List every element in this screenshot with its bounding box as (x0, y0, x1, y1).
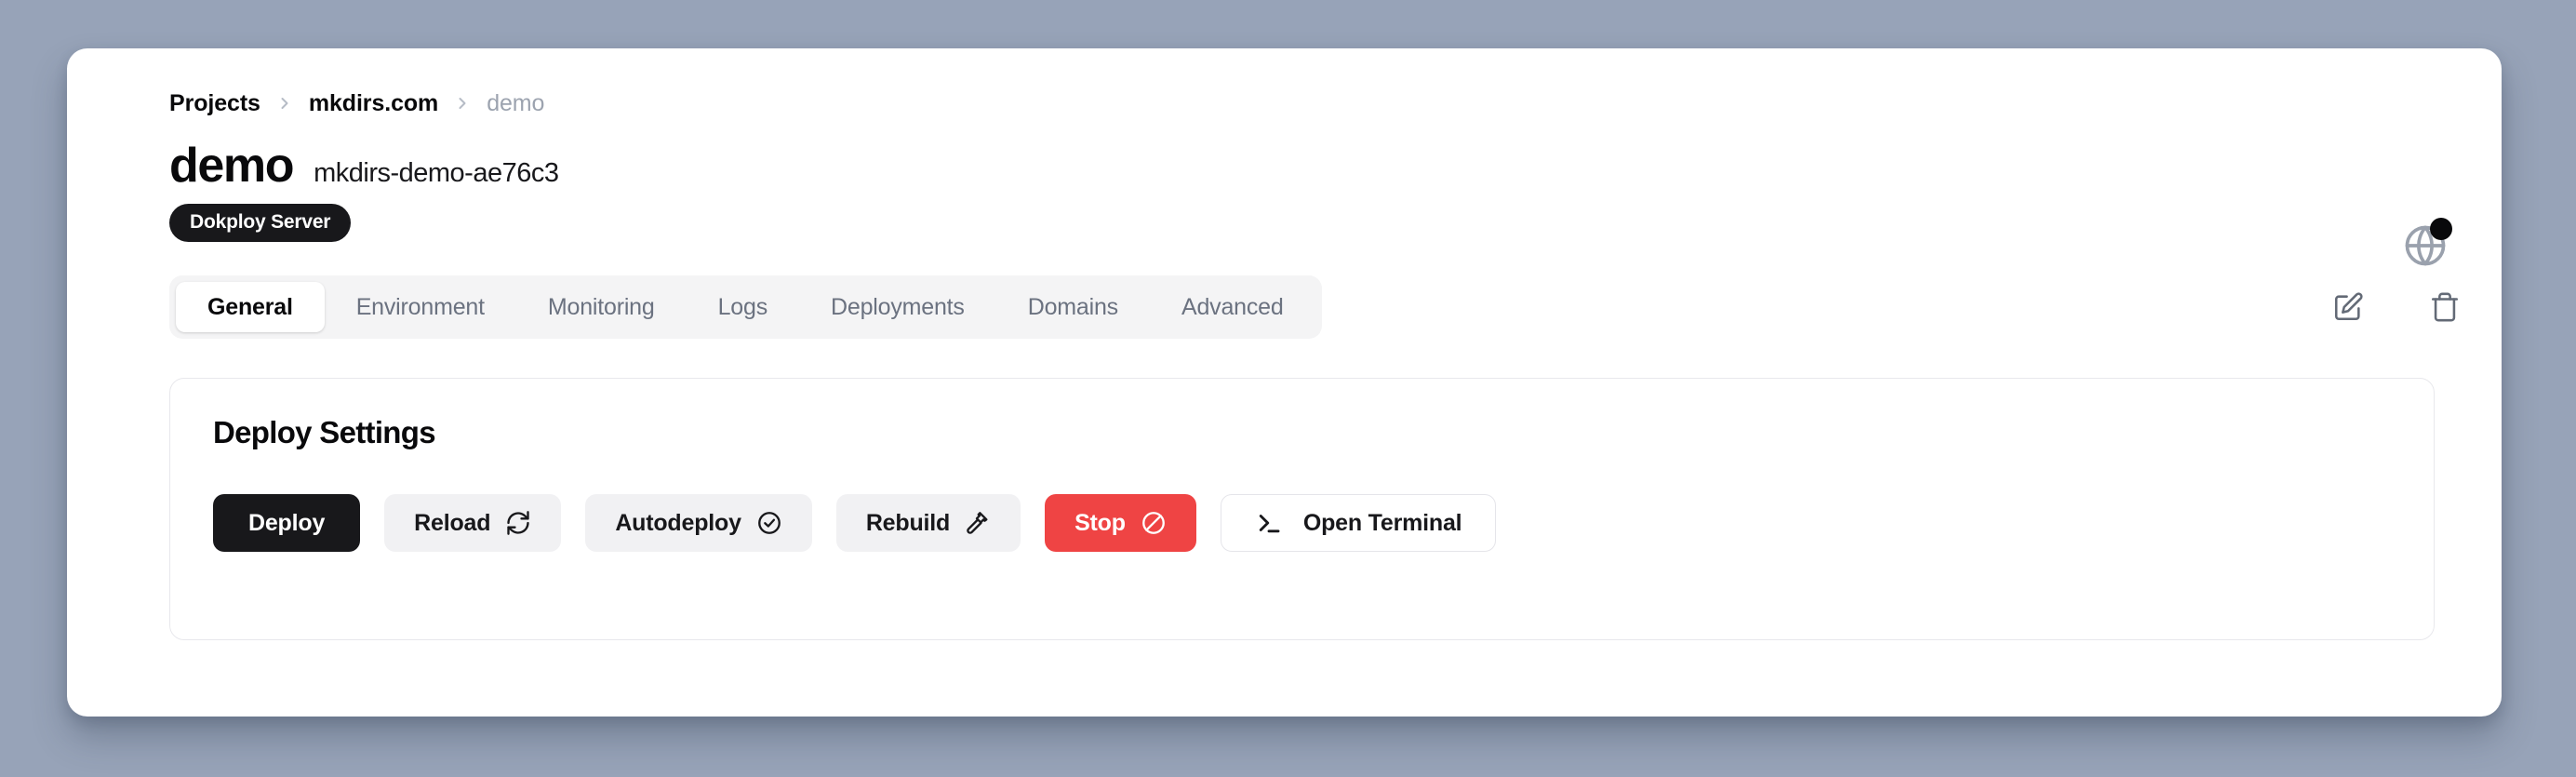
reload-button[interactable]: Reload (384, 494, 562, 552)
hammer-icon (965, 510, 991, 536)
tab-deployments[interactable]: Deployments (799, 282, 996, 332)
tab-bar: General Environment Monitoring Logs Depl… (169, 275, 2459, 339)
tab-list: General Environment Monitoring Logs Depl… (169, 275, 1322, 339)
pencil-square-icon[interactable] (2329, 288, 2368, 327)
app-card: Projects mkdirs.com demo demo mkdirs-dem… (67, 48, 2502, 717)
stop-button[interactable]: Stop (1045, 494, 1196, 552)
breadcrumb-item-projects[interactable]: Projects (169, 89, 260, 117)
breadcrumb-item-mkdirs-com[interactable]: mkdirs.com (309, 89, 438, 117)
terminal-icon (1255, 509, 1283, 537)
autodeploy-button-label: Autodeploy (615, 509, 741, 536)
breadcrumb: Projects mkdirs.com demo (169, 89, 2449, 117)
tab-environment[interactable]: Environment (325, 282, 516, 332)
refresh-icon (505, 510, 531, 536)
page-subtitle: mkdirs-demo-ae76c3 (314, 158, 559, 188)
rebuild-button-label: Rebuild (865, 509, 951, 536)
tab-general[interactable]: General (176, 282, 325, 332)
deploy-button-label: Deploy (248, 509, 326, 536)
status-badge: Dokploy Server (169, 204, 352, 242)
reload-button-label: Reload (414, 509, 491, 536)
page-title-row: demo mkdirs-demo-ae76c3 (169, 138, 2449, 194)
rebuild-button[interactable]: Rebuild (835, 494, 1021, 552)
deploy-settings-panel: Deploy Settings Deploy Reload Autodeploy… (169, 378, 2435, 640)
ban-icon (1141, 510, 1167, 536)
page-title: demo (169, 139, 294, 193)
autodeploy-button[interactable]: Autodeploy (585, 494, 812, 552)
deploy-button[interactable]: Deploy (213, 494, 361, 552)
tab-domains[interactable]: Domains (996, 282, 1150, 332)
check-circle-icon (756, 510, 782, 536)
trash-icon[interactable] (2425, 288, 2464, 327)
tab-advanced[interactable]: Advanced (1150, 282, 1315, 332)
globe-icon[interactable] (2401, 218, 2452, 270)
card-inner: Projects mkdirs.com demo demo mkdirs-dem… (67, 48, 2502, 717)
panel-title: Deploy Settings (213, 415, 436, 449)
open-terminal-button[interactable]: Open Terminal (1220, 494, 1497, 552)
breadcrumb-item-demo[interactable]: demo (487, 89, 544, 117)
tab-logs[interactable]: Logs (687, 282, 799, 332)
badge-row: Dokploy Server (169, 204, 2449, 242)
tab-monitoring[interactable]: Monitoring (516, 282, 687, 332)
deploy-action-buttons: Deploy Reload Autodeploy Rebuild Stop Op… (213, 494, 2391, 552)
status-dot (2430, 218, 2452, 240)
tab-actions (2329, 288, 2464, 327)
open-terminal-button-label: Open Terminal (1302, 509, 1462, 536)
chevron-right-icon (260, 94, 309, 113)
stop-button-label: Stop (1074, 509, 1126, 536)
chevron-right-icon-2 (438, 94, 487, 113)
